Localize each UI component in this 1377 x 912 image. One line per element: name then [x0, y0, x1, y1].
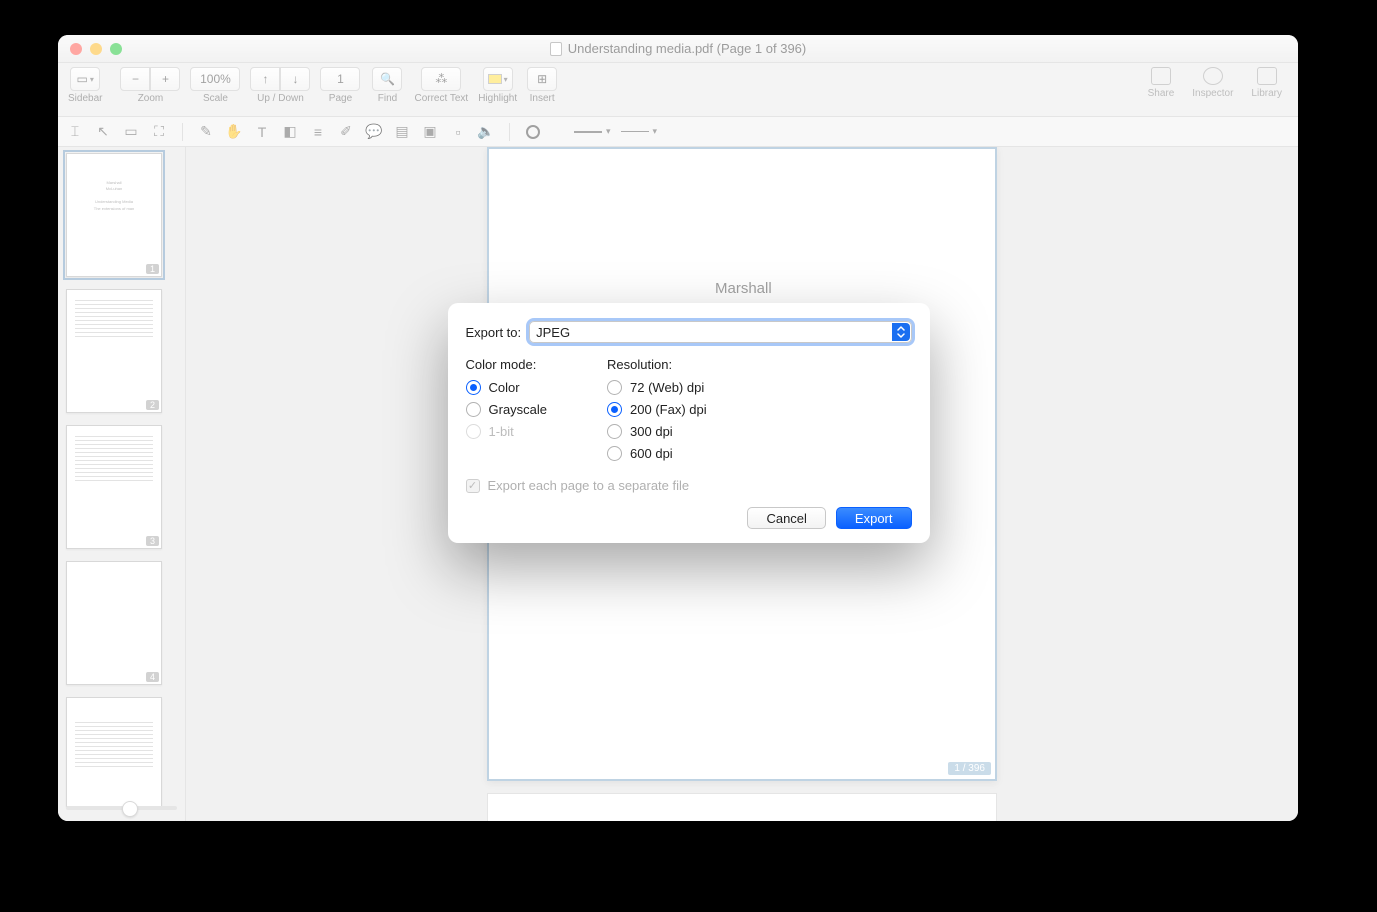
page-thumbnail[interactable]: [66, 697, 162, 807]
thumbnail-page-number: 2: [146, 400, 159, 410]
pencil-tool[interactable]: ✎: [197, 123, 215, 141]
share-icon: [1151, 67, 1171, 85]
page-up-button[interactable]: ↑: [250, 67, 280, 91]
page-down-button[interactable]: ↓: [280, 67, 310, 91]
eraser-tool[interactable]: ◧: [281, 123, 299, 141]
page-thumbnail[interactable]: MarshallMcLuhanUnderstanding MediaThe ex…: [66, 153, 162, 277]
export-button[interactable]: Export: [836, 507, 912, 529]
sound-tool[interactable]: 🔈: [477, 123, 495, 141]
export-dialog: Export to: JPEG Color mode: Color Graysc…: [448, 303, 930, 543]
text-tool[interactable]: T: [253, 123, 271, 141]
export-to-label: Export to:: [466, 325, 522, 340]
line-style-dropdown[interactable]: ▾: [574, 126, 611, 137]
color-mode-label: Color mode:: [466, 357, 548, 372]
window-title: Understanding media.pdf (Page 1 of 396): [58, 41, 1298, 56]
color-mode-1bit-radio: 1-bit: [466, 424, 548, 439]
highlight-label: Highlight: [478, 93, 517, 104]
library-button[interactable]: Library: [1251, 67, 1282, 99]
zoom-label: Zoom: [138, 93, 164, 104]
sidebar-label: Sidebar: [68, 93, 102, 104]
main-toolbar: ▭▾ Sidebar − + Zoom 100% Scale ↑ ↓ Up / …: [58, 63, 1298, 117]
thumbnail-page-number: 4: [146, 672, 159, 682]
radio-icon: [607, 402, 622, 417]
inspector-icon: [1203, 67, 1223, 85]
scale-field[interactable]: 100%: [190, 67, 240, 91]
radio-icon: [466, 380, 481, 395]
marker-tool[interactable]: ✐: [337, 123, 355, 141]
resolution-group: Resolution: 72 (Web) dpi 200 (Fax) dpi 3…: [607, 357, 707, 468]
share-button[interactable]: Share: [1148, 67, 1175, 99]
page-indicator-badge: 1 / 396: [948, 762, 991, 775]
color-mode-group: Color mode: Color Grayscale 1-bit: [466, 357, 548, 468]
find-button[interactable]: 🔍: [372, 67, 402, 91]
highlight-button[interactable]: ▾: [483, 67, 513, 91]
area-select-tool[interactable]: ▭: [122, 123, 140, 141]
page-field[interactable]: 1: [320, 67, 360, 91]
crop-tool[interactable]: ⛶: [150, 123, 168, 141]
export-format-value: JPEG: [536, 325, 570, 340]
inspector-button[interactable]: Inspector: [1192, 67, 1233, 99]
thumbnail-page-number: 1: [146, 264, 159, 274]
thumbnail-page-number: 3: [146, 536, 159, 546]
page-label: Page: [329, 93, 352, 104]
library-icon: [1257, 67, 1277, 85]
dropdown-arrows-icon: [892, 323, 910, 341]
thumbnail-zoom-slider[interactable]: [66, 801, 177, 815]
line-spacing-tool[interactable]: ≡: [309, 123, 327, 141]
page-thumbnail[interactable]: 3: [66, 425, 162, 549]
thumbnails-sidebar: MarshallMcLuhanUnderstanding MediaThe ex…: [58, 147, 186, 821]
document-page-next: [487, 793, 997, 821]
find-label: Find: [378, 93, 397, 104]
radio-icon: [607, 446, 622, 461]
insert-button[interactable]: ⊞: [527, 67, 557, 91]
note-tool[interactable]: ▤: [393, 123, 411, 141]
resolution-600-radio[interactable]: 600 dpi: [607, 446, 707, 461]
window-title-text: Understanding media.pdf (Page 1 of 396): [568, 41, 807, 56]
radio-icon: [466, 402, 481, 417]
resolution-300-radio[interactable]: 300 dpi: [607, 424, 707, 439]
zoom-out-button[interactable]: −: [120, 67, 150, 91]
zoom-in-button[interactable]: +: [150, 67, 180, 91]
document-icon: [550, 42, 562, 56]
hand-tool[interactable]: ✋: [225, 123, 243, 141]
correct-label: Correct Text: [414, 93, 468, 104]
page-thumbnail[interactable]: 4: [66, 561, 162, 685]
color-mode-color-radio[interactable]: Color: [466, 380, 548, 395]
stamp-tool[interactable]: ▣: [421, 123, 439, 141]
updown-label: Up / Down: [257, 93, 304, 104]
sidebar-toggle-button[interactable]: ▭▾: [70, 67, 100, 91]
scale-label: Scale: [203, 93, 228, 104]
cancel-button[interactable]: Cancel: [747, 507, 825, 529]
annotation-toolbar: ⌶ ↖ ▭ ⛶ ✎ ✋ T ◧ ≡ ✐ 💬 ▤ ▣ ▫ 🔈 ▾ ▾: [58, 117, 1298, 147]
checkbox-icon: ✓: [466, 479, 480, 493]
correct-text-button[interactable]: ⁂: [421, 67, 461, 91]
resolution-200-radio[interactable]: 200 (Fax) dpi: [607, 402, 707, 417]
page-thumbnail[interactable]: 2: [66, 289, 162, 413]
resolution-label: Resolution:: [607, 357, 707, 372]
color-mode-grayscale-radio[interactable]: Grayscale: [466, 402, 548, 417]
pointer-tool[interactable]: ↖: [94, 123, 112, 141]
circle-shape-icon[interactable]: [524, 123, 542, 141]
radio-icon: [607, 380, 622, 395]
export-format-dropdown[interactable]: JPEG: [529, 321, 911, 343]
line-weight-dropdown[interactable]: ▾: [621, 126, 658, 137]
shape-tool[interactable]: ▫: [449, 123, 467, 141]
text-select-tool[interactable]: ⌶: [66, 123, 84, 141]
separate-files-checkbox: ✓ Export each page to a separate file: [466, 478, 912, 493]
radio-icon: [466, 424, 481, 439]
radio-icon: [607, 424, 622, 439]
insert-label: Insert: [530, 93, 555, 104]
resolution-72-radio[interactable]: 72 (Web) dpi: [607, 380, 707, 395]
titlebar: Understanding media.pdf (Page 1 of 396): [58, 35, 1298, 63]
comment-tool[interactable]: 💬: [365, 123, 383, 141]
